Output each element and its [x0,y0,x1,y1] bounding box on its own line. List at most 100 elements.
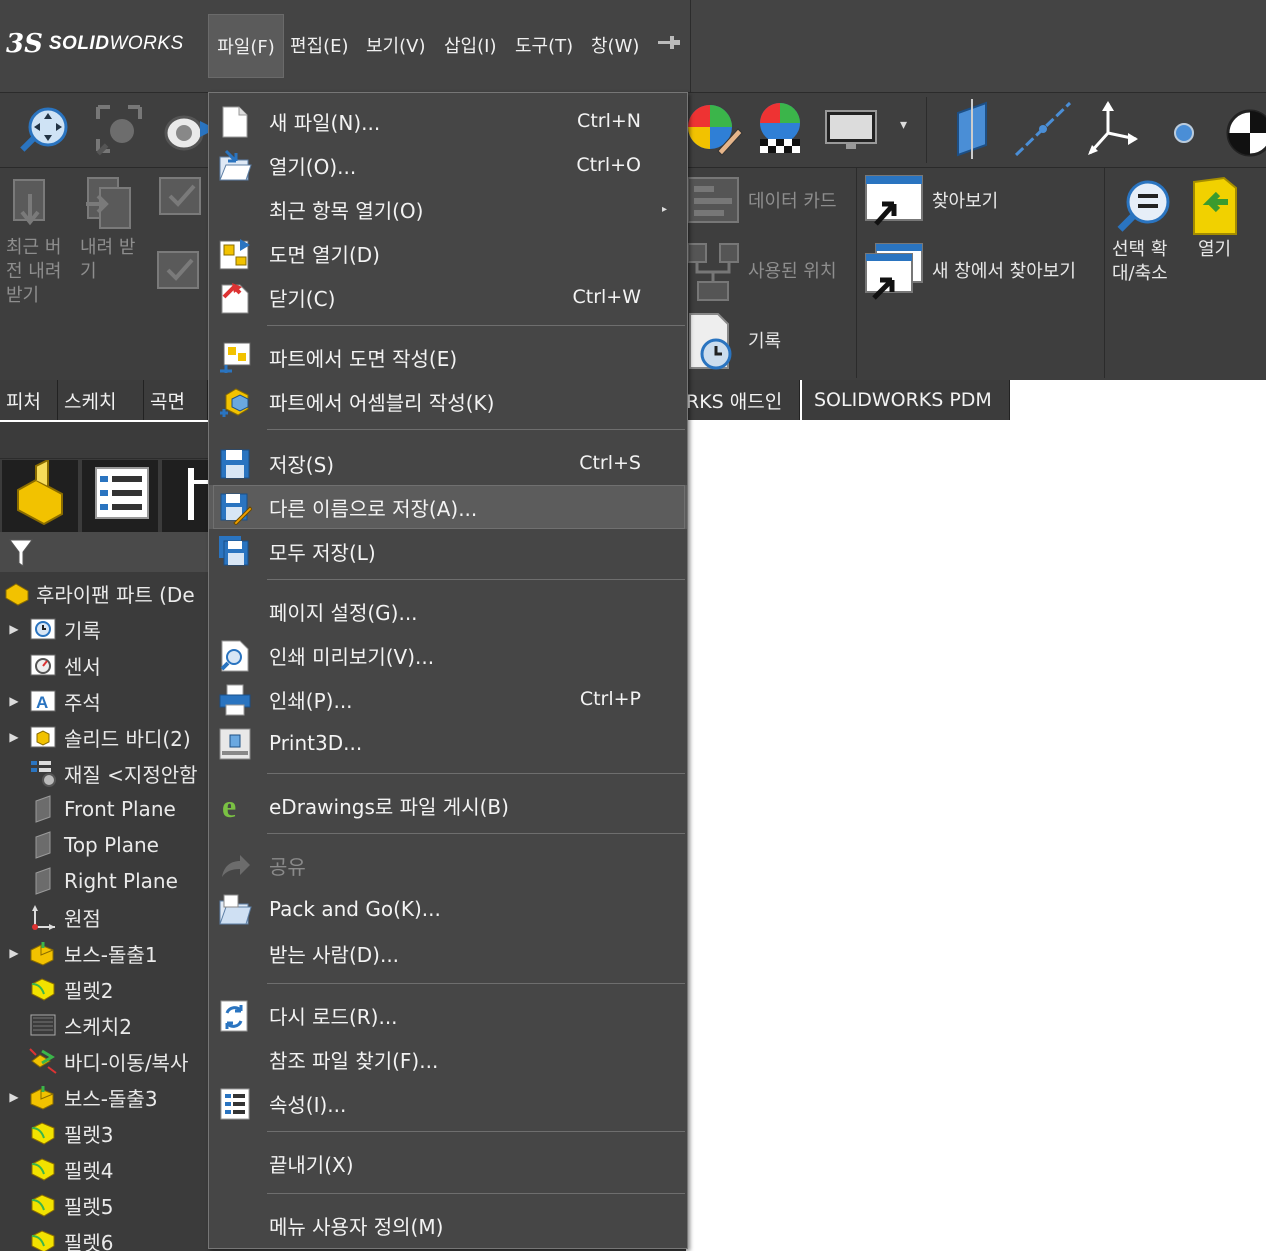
menu-item-open-drawing[interactable]: 도면 열기(D) [209,231,687,275]
coordinate-system-icon[interactable] [1082,99,1144,159]
menu-item-find-references[interactable]: 참조 파일 찾기(F)... [209,1037,687,1081]
menu-item-save[interactable]: 저장(S) Ctrl+S [209,441,687,485]
menu-window[interactable]: 창(W) [591,14,639,76]
menu-item-make-assembly[interactable]: 파트에서 어셈블리 작성(K) [209,379,687,423]
menu-item-pack-and-go[interactable]: Pack and Go(K)... [209,887,687,931]
tree-item[interactable]: 원점 [0,899,210,935]
tree-item[interactable]: 필렛6 [0,1223,210,1251]
menu-item-exit[interactable]: 끝내기(X) [209,1141,687,1185]
scene-icon[interactable] [750,99,812,159]
expand-arrow-icon[interactable]: ▶ [0,694,28,708]
menu-item-reload[interactable]: 다시 로드(R)... [209,993,687,1037]
tab-features[interactable]: 피처 [0,380,58,420]
tree-item[interactable]: ▶ 보스-돌출3 [0,1079,210,1115]
tree-item[interactable]: 필렛5 [0,1187,210,1223]
where-used-icon[interactable] [686,242,742,306]
browse-new-window-label[interactable]: 새 창에서 찾아보기 [932,260,1076,284]
menu-separator [267,1193,685,1194]
tree-item-label: 필렛4 [64,1158,114,1183]
where-used-label[interactable]: 사용된 위치 [748,260,837,284]
get-latest-icon[interactable] [10,174,62,238]
menu-item-open[interactable]: 열기(O)... Ctrl+O [209,143,687,187]
ds-logo-mark: 3S [6,29,43,59]
tree-item-label: 재질 <지정안함 [64,762,198,787]
display-settings-icon[interactable] [822,99,884,159]
expand-arrow-icon[interactable]: ▶ [0,622,28,636]
tab-surfaces[interactable]: 곡면 [144,380,208,420]
tree-item[interactable]: Right Plane [0,863,210,899]
menu-item-open-recent[interactable]: 최근 항목 열기(O) ▸ [209,187,687,231]
menu-item-send-to[interactable]: 받는 사람(D)... [209,931,687,975]
menu-item-print-preview[interactable]: 인쇄 미리보기(V)... [209,633,687,677]
expand-arrow-icon[interactable]: ▶ [0,946,28,960]
data-card-label[interactable]: 데이터 카드 [748,190,837,214]
center-of-mass-icon[interactable] [1222,99,1266,159]
tree-item[interactable]: 스케치2 [0,1007,210,1043]
tree-item[interactable]: 필렛3 [0,1115,210,1151]
appearance-icon[interactable] [682,99,744,159]
tree-root[interactable]: 후라이팬 파트 (De [0,575,210,611]
boss-extrude-icon [28,939,58,967]
menu-edit[interactable]: 편집(E) [290,14,349,76]
submenu-arrow-icon: ▸ [661,203,667,215]
tab-solidworks-addins[interactable]: RKS 애드인 [686,380,800,420]
menu-item-make-drawing[interactable]: 파트에서 도면 작성(E) [209,335,687,379]
reference-plane-icon[interactable] [944,99,1006,159]
data-card-icon[interactable] [686,176,742,230]
history-label[interactable]: 기록 [748,330,781,354]
tree-item[interactable]: 센서 [0,647,210,683]
history-ribbon-icon[interactable] [686,312,742,376]
menu-item-close[interactable]: 닫기(C) Ctrl+W [209,275,687,319]
menu-tools[interactable]: 도구(T) [515,14,573,76]
tab-sketch[interactable]: 스케치 [58,380,144,420]
tree-item[interactable]: 바디-이동/복사 [0,1043,210,1079]
expand-arrow-icon[interactable]: ▶ [0,1090,28,1104]
graphics-area[interactable] [686,422,1266,1251]
tree-filter-bar[interactable] [0,532,210,572]
menu-item-new[interactable]: 새 파일(N)... Ctrl+N [209,99,687,143]
tree-item[interactable]: ▶ 기록 [0,611,210,647]
menu-item-save-all[interactable]: 모두 저장(L) [209,529,687,573]
tree-item-label: Front Plane [64,797,176,821]
menu-view[interactable]: 보기(V) [366,14,425,76]
browse-new-window-icon[interactable] [864,242,926,306]
open-ribbon-icon[interactable] [1190,176,1246,240]
filter-icon[interactable] [8,538,34,572]
tree-item[interactable]: Top Plane [0,827,210,863]
pin-icon[interactable] [656,32,682,58]
menu-item-publish-edrawings[interactable]: e eDrawings로 파일 게시(B) [209,783,687,827]
tree-item[interactable]: ▶ 솔리드 바디(2) [0,719,210,755]
reference-axis-icon[interactable] [1012,99,1074,159]
browse-icon[interactable] [864,174,926,234]
menu-item-save-as[interactable]: 다른 이름으로 저장(A)... [209,485,687,529]
menu-separator [267,579,685,580]
zoom-to-fit-icon[interactable] [14,99,76,159]
menu-insert[interactable]: 삽입(I) [444,14,496,76]
get-icon[interactable] [80,174,140,238]
tree-item[interactable]: ▶ A 주석 [0,683,210,719]
browse-label[interactable]: 찾아보기 [932,190,998,214]
menu-item-page-setup[interactable]: 페이지 설정(G)... [209,589,687,633]
menu-item-print3d[interactable]: Print3D... [209,721,687,765]
check-in-icon[interactable] [154,172,210,306]
menu-item-label: 최근 항목 열기(O) [269,198,424,223]
tab-solidworks-pdm[interactable]: SOLIDWORKS PDM [802,380,1010,420]
point-icon[interactable] [1160,99,1222,159]
menu-item-properties[interactable]: 속성(I)... [209,1081,687,1125]
expand-arrow-icon[interactable]: ▶ [0,730,28,744]
tree-item[interactable]: ▶ 보스-돌출1 [0,935,210,971]
dropdown-arrow-icon[interactable]: ▾ [900,117,907,133]
menu-item-customize-menu[interactable]: 메뉴 사용자 정의(M) [209,1203,687,1247]
menu-item-print[interactable]: 인쇄(P)... Ctrl+P [209,677,687,721]
zoom-area-icon[interactable] [88,99,150,159]
zoom-to-selection-label[interactable]: 선택 확 대/축소 [1112,238,1182,286]
tree-item[interactable]: 재질 <지정안함 [0,755,210,791]
tree-item-label: 보스-돌출3 [64,1086,158,1111]
menu-file[interactable]: 파일(F) [208,14,284,78]
tree-item[interactable]: Front Plane [0,791,210,827]
zoom-to-selection-icon[interactable] [1114,176,1174,240]
tree-item[interactable]: 필렛2 [0,971,210,1007]
open-ribbon-label[interactable]: 열기 [1198,238,1231,262]
tree-item[interactable]: 필렛4 [0,1151,210,1187]
pack-and-go-icon [217,893,253,927]
